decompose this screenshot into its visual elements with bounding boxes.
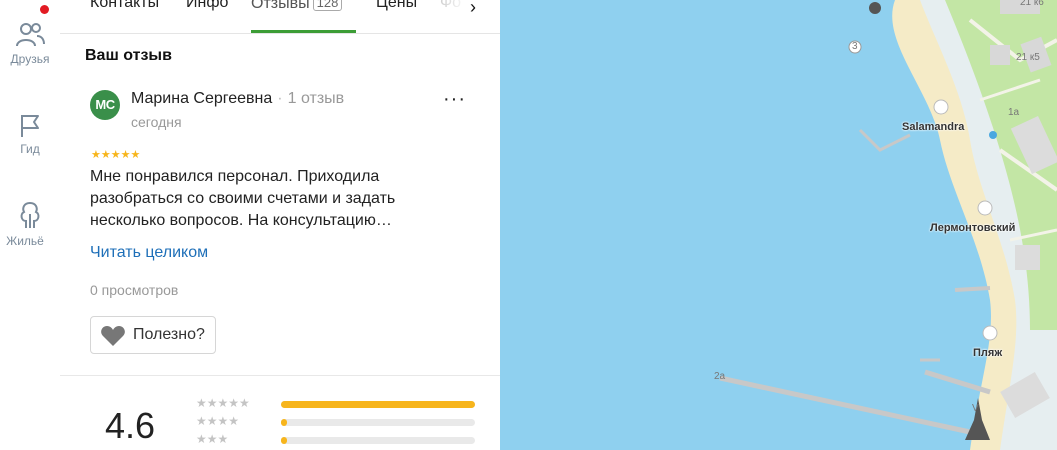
tabs-scroll-right-icon[interactable]: › [470, 0, 476, 18]
distribution-bar [281, 401, 475, 408]
distribution-fill [281, 437, 287, 444]
distribution-stars: ★★★ [196, 432, 229, 446]
tab-fade [438, 0, 468, 30]
rating-value: 4.6 [105, 405, 156, 446]
map-label-3: 3 [852, 41, 858, 52]
tab-reviews-label: Отзывы [251, 0, 310, 12]
read-more-link[interactable]: Читать целиком [90, 244, 208, 262]
rail-item-friends[interactable]: Друзья [0, 22, 60, 66]
review-date: сегодня [131, 114, 182, 130]
notification-dot [40, 5, 49, 14]
map-label-21k6: 21 к6 [1020, 0, 1044, 8]
rail-item-guide[interactable]: Гид [0, 112, 60, 156]
distribution-bar [281, 437, 475, 444]
heart-icon [101, 326, 125, 346]
views-count: 0 просмотров [90, 282, 179, 298]
tab-info[interactable]: Инфо [186, 0, 228, 12]
map-label-lermontovsky[interactable]: Лермонтовский [930, 222, 1015, 234]
reviews-count-badge: 128 [312, 0, 343, 11]
author-line: Марина Сергеевна · 1 отзыв [131, 90, 344, 108]
rail-item-housing[interactable]: Жильё [0, 200, 60, 248]
author-review-count: 1 отзыв [287, 90, 345, 107]
distribution-bar [281, 419, 475, 426]
map-label-v: V [972, 403, 979, 414]
useful-button[interactable]: Полезно? [90, 316, 216, 354]
map[interactable]: Salamandra Лермонтовский Пляж 2а 3 1а 21… [500, 0, 1057, 450]
rail-label-housing: Жильё [6, 234, 44, 248]
friends-icon [16, 23, 45, 47]
divider [60, 375, 500, 376]
map-label-1a: 1а [1008, 107, 1020, 118]
map-label-2a: 2а [714, 371, 726, 382]
tab-prices[interactable]: Цены [376, 0, 417, 12]
author-name[interactable]: Марина Сергеевна [131, 90, 272, 107]
tab-contacts[interactable]: Контакты [90, 0, 159, 12]
distribution-stars: ★★★★★ [196, 396, 250, 410]
map-label-beach[interactable]: Пляж [973, 347, 1002, 359]
tabs-bar: Контакты Инфо Отзывы128 Цены Фо › [60, 0, 500, 34]
section-title: Ваш отзыв [85, 47, 172, 64]
map-label-21k5: 21 к5 [1016, 52, 1040, 63]
distribution-fill [281, 401, 475, 408]
active-tab-indicator [251, 30, 356, 33]
distribution-fill [281, 419, 287, 426]
flag-icon [21, 115, 39, 137]
rail-label-friends: Друзья [10, 52, 50, 66]
left-rail: Друзья Гид Жильё [0, 0, 61, 450]
housing-icon [20, 202, 40, 228]
review-text: Мне понравился персонал. Приходила разоб… [90, 168, 396, 229]
avatar[interactable]: МС [90, 90, 120, 120]
more-options-icon[interactable]: ··· [443, 89, 466, 109]
organization-panel: Контакты Инфо Отзывы128 Цены Фо › Ваш от… [60, 0, 500, 450]
review-stars: ★★★★★ [91, 149, 141, 161]
distribution-stars: ★★★★ [196, 414, 240, 428]
dot-separator: · [277, 90, 283, 107]
useful-label: Полезно? [133, 326, 205, 343]
rail-label-guide: Гид [20, 142, 40, 156]
map-label-salamandra[interactable]: Salamandra [902, 121, 964, 133]
tab-reviews[interactable]: Отзывы 128 [251, 0, 343, 13]
